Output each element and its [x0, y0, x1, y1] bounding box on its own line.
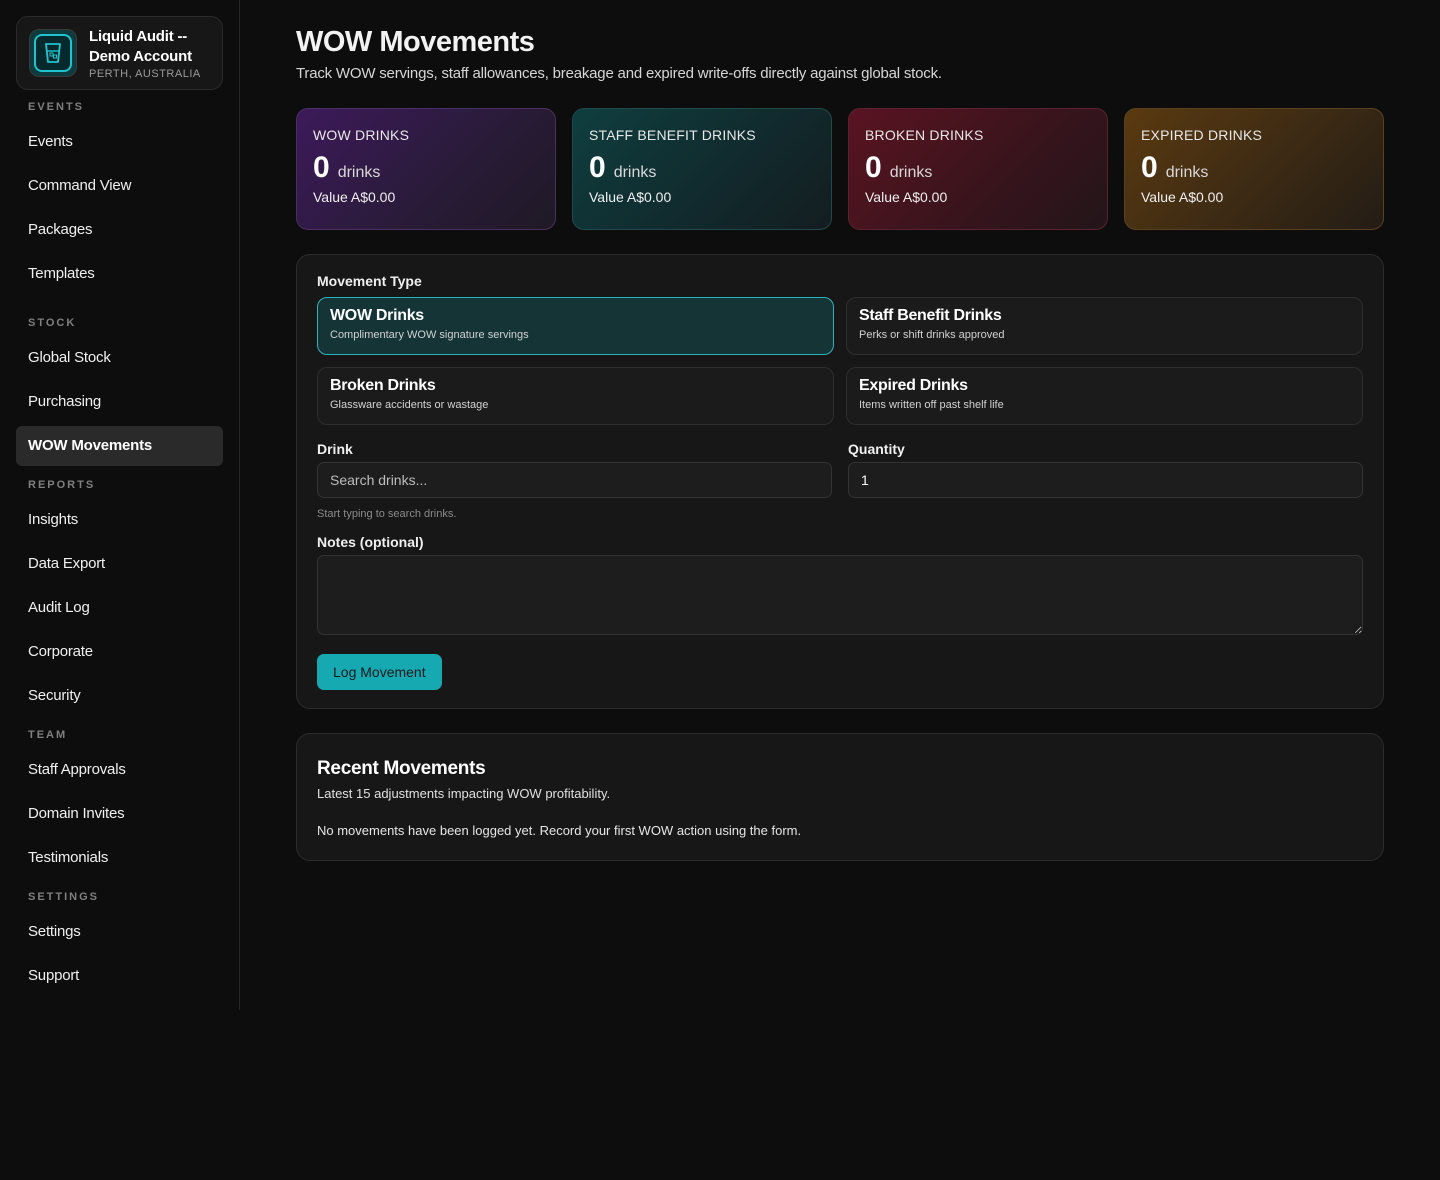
- nav-section-stock: STOCK Global Stock Purchasing WOW Moveme…: [16, 308, 223, 466]
- movement-form: Movement Type WOW Drinks Complimentary W…: [296, 254, 1384, 709]
- stat-count: 0: [865, 151, 882, 184]
- sidebar-item-corporate[interactable]: Corporate: [16, 632, 223, 672]
- drink-field: Drink Start typing to search drinks.: [317, 441, 832, 520]
- sidebar-item-testimonials[interactable]: Testimonials: [16, 838, 223, 878]
- stat-card-expired: EXPIRED DRINKS 0 drinks Value A$0.00: [1124, 108, 1384, 230]
- empty-state-message: No movements have been logged yet. Recor…: [317, 823, 802, 838]
- type-option-title: Expired Drinks: [859, 377, 968, 394]
- sidebar-item-purchasing[interactable]: Purchasing: [16, 382, 223, 422]
- sidebar-item-global-stock[interactable]: Global Stock: [16, 338, 223, 378]
- section-label-events: EVENTS: [28, 101, 85, 113]
- sidebar-item-support[interactable]: Support: [16, 956, 223, 996]
- sidebar-item-staff-approvals[interactable]: Staff Approvals: [16, 750, 223, 790]
- stat-unit: drinks: [889, 164, 933, 181]
- nav-section-reports: REPORTS Insights Data Export Audit Log C…: [16, 470, 223, 716]
- notes-label: Notes (optional): [317, 534, 424, 550]
- sidebar-item-data-export[interactable]: Data Export: [16, 544, 223, 584]
- section-label-stock: STOCK: [28, 317, 77, 329]
- drink-search-input[interactable]: [317, 462, 832, 498]
- log-movement-button[interactable]: Log Movement: [317, 654, 442, 690]
- stat-price: Value A$0.00: [865, 189, 948, 205]
- stat-price: Value A$0.00: [589, 189, 672, 205]
- account-location: PERTH, AUSTRALIA: [89, 67, 201, 80]
- account-switcher[interactable]: Liquid Audit -- Demo Account PERTH, AUST…: [16, 16, 223, 90]
- page-title: WOW Movements: [296, 26, 535, 58]
- type-option-desc: Complimentary WOW signature servings: [330, 329, 529, 341]
- sidebar-item-events[interactable]: Events: [16, 122, 223, 162]
- type-option-wow-drinks[interactable]: WOW Drinks Complimentary WOW signature s…: [317, 297, 834, 355]
- stat-price: Value A$0.00: [313, 189, 396, 205]
- stat-unit: drinks: [613, 164, 657, 181]
- notes-field: Notes (optional): [317, 534, 1363, 640]
- quantity-input[interactable]: [848, 462, 1363, 498]
- stat-label: BROKEN DRINKS: [865, 127, 984, 143]
- quantity-label: Quantity: [848, 441, 905, 457]
- stat-value: 0 drinks: [313, 151, 539, 185]
- nav-section-settings: SETTINGS Settings Support: [16, 882, 223, 996]
- recent-movements-subtitle: Latest 15 adjustments impacting WOW prof…: [317, 786, 611, 801]
- type-option-title: WOW Drinks: [330, 307, 424, 324]
- sidebar-item-command-view[interactable]: Command View: [16, 166, 223, 206]
- nav-section-team: TEAM Staff Approvals Domain Invites Test…: [16, 720, 223, 878]
- sidebar-item-packages[interactable]: Packages: [16, 210, 223, 250]
- section-label-settings: SETTINGS: [28, 891, 100, 903]
- stat-card-staff-benefit: STAFF BENEFIT DRINKS 0 drinks Value A$0.…: [572, 108, 832, 230]
- type-option-desc: Glassware accidents or wastage: [330, 399, 489, 411]
- page-subtitle: Track WOW servings, staff allowances, br…: [296, 65, 942, 82]
- stat-card-broken: BROKEN DRINKS 0 drinks Value A$0.00: [848, 108, 1108, 230]
- recent-movements: Recent Movements Latest 15 adjustments i…: [296, 733, 1384, 861]
- stat-label: STAFF BENEFIT DRINKS: [589, 127, 756, 143]
- sidebar-item-wow-movements[interactable]: WOW Movements: [16, 426, 223, 466]
- stat-count: 0: [589, 151, 606, 184]
- sidebar-item-domain-invites[interactable]: Domain Invites: [16, 794, 223, 834]
- stat-value: 0 drinks: [589, 151, 815, 185]
- type-option-expired-drinks[interactable]: Expired Drinks Items written off past sh…: [846, 367, 1363, 425]
- stat-unit: drinks: [1165, 164, 1209, 181]
- type-option-desc: Perks or shift drinks approved: [859, 329, 1005, 341]
- stat-value: 0 drinks: [1141, 151, 1367, 185]
- notes-textarea[interactable]: [317, 555, 1363, 635]
- stat-unit: drinks: [337, 164, 381, 181]
- stat-label: WOW DRINKS: [313, 127, 410, 143]
- stat-card-wow: WOW DRINKS 0 drinks Value A$0.00: [296, 108, 556, 230]
- stat-count: 0: [313, 151, 330, 184]
- stat-value: 0 drinks: [865, 151, 1091, 185]
- sidebar-item-audit-log[interactable]: Audit Log: [16, 588, 223, 628]
- movement-type-label: Movement Type: [317, 273, 422, 289]
- quantity-field: Quantity: [848, 441, 1363, 520]
- section-label-team: TEAM: [28, 729, 68, 741]
- type-option-desc: Items written off past shelf life: [859, 399, 1004, 411]
- stat-count: 0: [1141, 151, 1158, 184]
- sidebar-item-templates[interactable]: Templates: [16, 254, 223, 294]
- stat-label: EXPIRED DRINKS: [1141, 127, 1263, 143]
- account-logo: [29, 29, 77, 77]
- drink-label: Drink: [317, 441, 353, 457]
- type-option-broken-drinks[interactable]: Broken Drinks Glassware accidents or was…: [317, 367, 834, 425]
- sidebar-item-insights[interactable]: Insights: [16, 500, 223, 540]
- sidebar-item-settings[interactable]: Settings: [16, 912, 223, 952]
- stat-price: Value A$0.00: [1141, 189, 1224, 205]
- type-option-title: Broken Drinks: [330, 377, 436, 394]
- stat-cards: WOW DRINKS 0 drinks Value A$0.00 STAFF B…: [296, 108, 1384, 230]
- main-content: WOW Movements Track WOW servings, staff …: [296, 0, 1384, 861]
- recent-movements-title: Recent Movements: [317, 758, 486, 779]
- type-option-staff-benefit-drinks[interactable]: Staff Benefit Drinks Perks or shift drin…: [846, 297, 1363, 355]
- movement-type-options: WOW Drinks Complimentary WOW signature s…: [317, 297, 1363, 425]
- sidebar-item-security[interactable]: Security: [16, 676, 223, 716]
- type-option-title: Staff Benefit Drinks: [859, 307, 1002, 324]
- account-name: Liquid Audit -- Demo Account: [89, 27, 192, 65]
- drink-quantity-row: Drink Start typing to search drinks. Qua…: [317, 441, 1363, 520]
- drink-search-hint: Start typing to search drinks.: [317, 508, 457, 520]
- glass-icon: [34, 34, 72, 72]
- sidebar: Liquid Audit -- Demo Account PERTH, AUST…: [0, 0, 240, 1010]
- section-label-reports: REPORTS: [28, 479, 96, 491]
- nav-section-events: EVENTS Events Command View Packages Temp…: [16, 92, 223, 294]
